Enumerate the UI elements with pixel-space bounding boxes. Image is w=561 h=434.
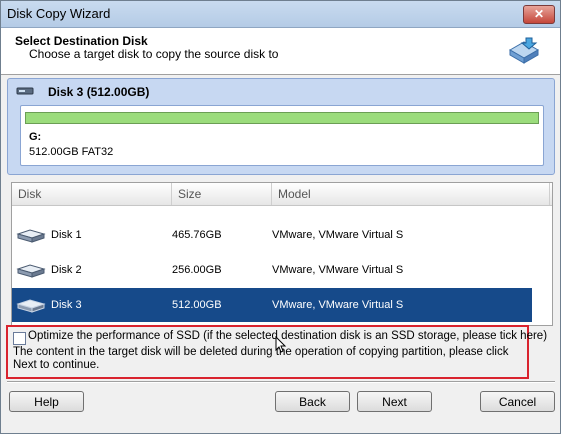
page-title: Select Destination Disk [15,34,148,48]
disk-row-2[interactable]: Disk 2 256.00GB VMware, VMware Virtual S [12,253,532,287]
disk-size: 512.00GB [172,299,222,311]
title-bar: Disk Copy Wizard ✕ [1,1,560,28]
mouse-cursor-icon [275,336,287,353]
disk-icon [16,229,46,243]
ssd-optimize-checkbox[interactable] [13,332,26,345]
disk-model: VMware, VMware Virtual S [272,264,404,276]
help-button[interactable]: Help [9,391,84,412]
wizard-header: Select Destination Disk Choose a target … [1,28,560,75]
partition-usage-bar [25,112,539,124]
selected-disk-panel: Disk 3 (512.00GB) G: 512.00GB FAT32 [7,78,555,175]
disk-size: 256.00GB [172,264,222,276]
cancel-button[interactable]: Cancel [480,391,555,412]
back-button[interactable]: Back [275,391,350,412]
disk-name: Disk 1 [51,229,82,241]
disk-row-3-selected[interactable]: Disk 3 512.00GB VMware, VMware Virtual S [12,288,532,322]
disk-size: 465.76GB [172,229,222,241]
disk-icon [16,264,46,278]
partition-info: 512.00GB FAT32 [29,146,114,158]
disk-model: VMware, VMware Virtual S [272,229,404,241]
next-button[interactable]: Next [357,391,432,412]
warning-note: The content in the target disk will be d… [13,346,509,371]
next-button-label: Next [382,395,407,409]
column-header-model[interactable]: Model [272,183,550,205]
cancel-button-label: Cancel [498,395,537,409]
help-button-label: Help [34,395,59,409]
disk-name: Disk 2 [51,264,82,276]
close-icon: ✕ [533,7,545,21]
close-button[interactable]: ✕ [523,5,555,24]
disk-model: VMware, VMware Virtual S [272,299,404,311]
back-button-label: Back [299,395,326,409]
partition-block[interactable]: G: 512.00GB FAT32 [20,105,544,166]
disk-copy-wizard-window: Disk Copy Wizard ✕ Select Destination Di… [0,0,561,434]
page-subtitle: Choose a target disk to copy the source … [29,47,279,61]
disk-name: Disk 3 [51,299,82,311]
column-header-size[interactable]: Size [172,183,272,205]
disk-copy-icon [508,37,540,64]
window-title: Disk Copy Wizard [7,6,111,21]
disk-icon [16,299,46,313]
disk-row-1[interactable]: Disk 1 465.76GB VMware, VMware Virtual S [12,218,532,252]
ssd-option-highlight: Optimize the performance of SSD (if the … [6,325,547,379]
disk-list-header: Disk Size Model [12,183,552,206]
selected-disk-label: Disk 3 (512.00GB) [48,85,150,99]
disk-icon [16,87,34,95]
disk-list[interactable]: Disk Size Model Disk 1 465.76GB VMware, … [11,182,553,326]
ssd-optimize-label[interactable]: Optimize the performance of SSD (if the … [28,330,547,342]
column-header-disk[interactable]: Disk [12,183,172,205]
button-separator [7,381,555,383]
partition-letter: G: [29,131,42,143]
